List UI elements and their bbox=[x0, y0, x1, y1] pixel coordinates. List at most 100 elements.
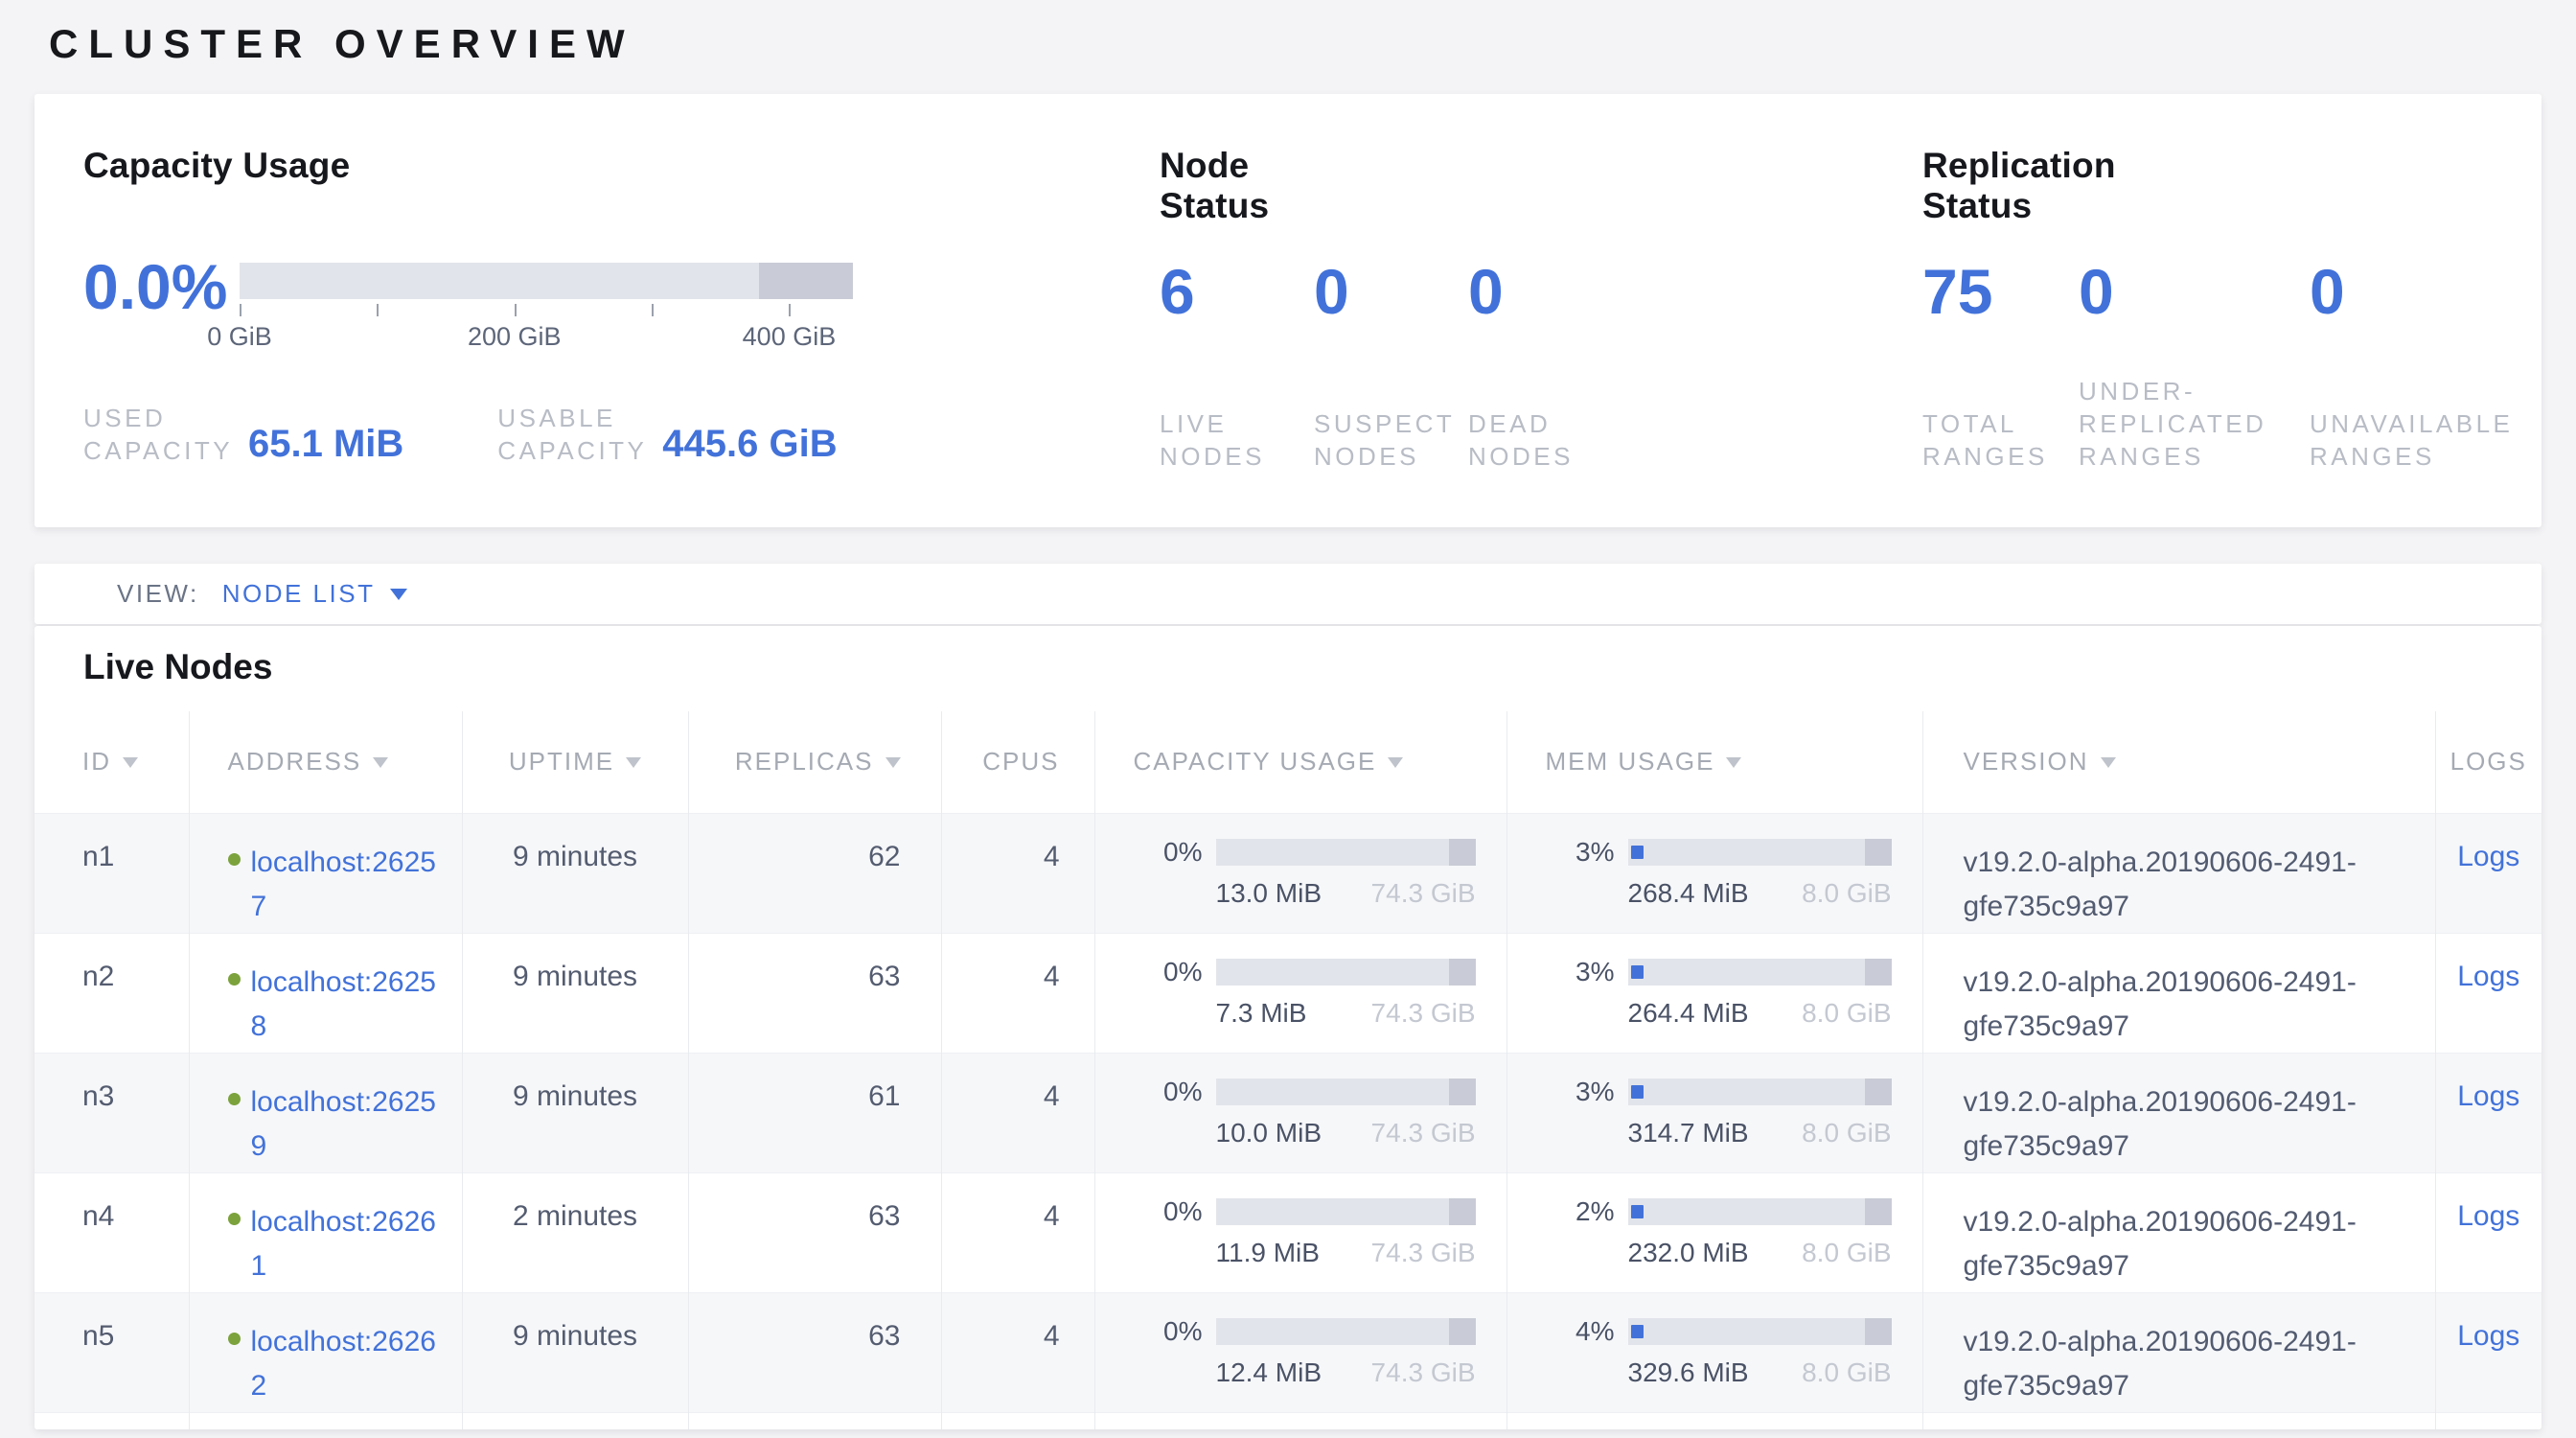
view-selector-bar: VIEW: NODE LIST bbox=[34, 564, 2542, 624]
node-live-dot-icon bbox=[228, 1333, 241, 1345]
logs-link[interactable]: Logs bbox=[2457, 1320, 2519, 1352]
node-live-dot-icon bbox=[228, 1213, 241, 1225]
node-logs-cell: Logs bbox=[2435, 1053, 2542, 1172]
capacity-total-value: 74.3 GiB bbox=[1371, 1357, 1476, 1388]
node-replicas-cell: 63 bbox=[688, 1292, 941, 1412]
mem-total-value: 8.0 GiB bbox=[1802, 998, 1891, 1029]
capacity-usage-title: Capacity Usage bbox=[83, 146, 350, 186]
view-label: VIEW: bbox=[117, 579, 199, 609]
capacity-axis-labels: 0 GiB 200 GiB 400 GiB bbox=[240, 322, 853, 351]
node-logs-cell: Logs bbox=[2435, 813, 2542, 933]
mem-bar-track bbox=[1628, 1318, 1892, 1345]
unavailable-ranges-count: 0 bbox=[2310, 260, 2559, 323]
live-nodes-title: Live Nodes bbox=[83, 647, 272, 687]
capacity-bar-track bbox=[1216, 1318, 1476, 1345]
node-cpus-cell: 4 bbox=[941, 813, 1094, 933]
usable-capacity: USABLE CAPACITY 445.6 GiB bbox=[497, 402, 837, 467]
mem-bar-track bbox=[1628, 1078, 1892, 1105]
mem-bar-track bbox=[1628, 1198, 1892, 1225]
node-capacity-usage-cell: 0% 7.3 MiB 74.3 GiB bbox=[1094, 933, 1506, 1053]
node-cpus-cell: 4 bbox=[941, 1172, 1094, 1292]
replication-status-stats: 75 TOTAL RANGES 0 UNDER- REPLICATED RANG… bbox=[1922, 260, 2559, 473]
capacity-bar-track bbox=[1216, 959, 1476, 986]
sort-caret-icon bbox=[626, 757, 641, 768]
mem-bar-fill bbox=[1631, 1085, 1644, 1099]
mem-bar-track bbox=[1628, 839, 1892, 866]
node-id-cell: n5 bbox=[34, 1292, 189, 1412]
node-replicas-cell: 62 bbox=[688, 813, 941, 933]
chevron-down-icon bbox=[390, 589, 407, 600]
column-header-logs: LOGS bbox=[2435, 711, 2542, 813]
used-capacity-label: USED CAPACITY bbox=[83, 402, 239, 467]
view-selected-option: NODE LIST bbox=[222, 579, 376, 609]
unavailable-ranges-stat: 0 UNAVAILABLE RANGES bbox=[2310, 260, 2559, 473]
suspect-nodes-label: SUSPECT NODES bbox=[1314, 407, 1455, 473]
view-selector[interactable]: NODE LIST bbox=[222, 579, 408, 609]
mem-used-value: 232.0 MiB bbox=[1628, 1238, 1749, 1268]
unavailable-ranges-label: UNAVAILABLE RANGES bbox=[2310, 407, 2513, 473]
node-address-cell: localhost:26262 bbox=[189, 1292, 462, 1412]
axis-label-400gib: 400 GiB bbox=[743, 322, 837, 352]
node-capacity-usage-cell: 0% 12.4 MiB 74.3 GiB bbox=[1094, 1292, 1506, 1412]
capacity-used-value: 13.0 MiB bbox=[1216, 878, 1322, 909]
node-address-link[interactable]: localhost:26262 bbox=[251, 1320, 439, 1408]
node-address-link[interactable]: localhost:26259 bbox=[251, 1080, 439, 1169]
partial-next-row bbox=[34, 1412, 2542, 1429]
mem-percent: 4% bbox=[1546, 1316, 1615, 1347]
used-capacity-value: 65.1 MiB bbox=[248, 425, 403, 463]
suspect-nodes-stat: 0 SUSPECT NODES bbox=[1314, 260, 1468, 473]
node-cpus-cell: 4 bbox=[941, 1053, 1094, 1172]
node-id-cell: n3 bbox=[34, 1053, 189, 1172]
node-version-cell: v19.2.0-alpha.20190606-2491-gfe735c9a97 bbox=[1922, 813, 2435, 933]
column-header-id[interactable]: ID bbox=[34, 711, 189, 813]
logs-link[interactable]: Logs bbox=[2457, 961, 2519, 992]
node-address-link[interactable]: localhost:26257 bbox=[251, 841, 439, 929]
node-uptime-cell: 9 minutes bbox=[462, 933, 688, 1053]
node-replicas-cell: 61 bbox=[688, 1053, 941, 1172]
node-logs-cell: Logs bbox=[2435, 933, 2542, 1053]
mem-used-value: 314.7 MiB bbox=[1628, 1118, 1749, 1148]
live-nodes-stat: 6 LIVE NODES bbox=[1160, 260, 1314, 473]
suspect-nodes-count: 0 bbox=[1314, 260, 1468, 323]
node-address-link[interactable]: localhost:26258 bbox=[251, 961, 439, 1049]
total-ranges-stat: 75 TOTAL RANGES bbox=[1922, 260, 2079, 473]
sort-caret-icon bbox=[1388, 757, 1403, 768]
sort-caret-icon bbox=[373, 757, 388, 768]
logs-link[interactable]: Logs bbox=[2457, 1200, 2519, 1232]
column-header-mem-usage[interactable]: MEM USAGE bbox=[1506, 711, 1922, 813]
node-address-cell: localhost:26258 bbox=[189, 933, 462, 1053]
node-cpus-cell: 4 bbox=[941, 1292, 1094, 1412]
node-version-cell: v19.2.0-alpha.20190606-2491-gfe735c9a97 bbox=[1922, 1053, 2435, 1172]
node-logs-cell: Logs bbox=[2435, 1292, 2542, 1412]
sort-caret-icon bbox=[123, 757, 138, 768]
mem-bar-fill bbox=[1631, 965, 1644, 979]
column-header-uptime[interactable]: UPTIME bbox=[462, 711, 688, 813]
mem-used-value: 264.4 MiB bbox=[1628, 998, 1749, 1029]
table-row: n5 localhost:26262 9 minutes 63 4 0% 12.… bbox=[34, 1292, 2542, 1412]
table-row: n2 localhost:26258 9 minutes 63 4 0% 7.3… bbox=[34, 933, 2542, 1053]
mem-total-value: 8.0 GiB bbox=[1802, 1357, 1891, 1388]
capacity-axis-ticks bbox=[240, 304, 853, 316]
logs-link[interactable]: Logs bbox=[2457, 1080, 2519, 1112]
capacity-total-value: 74.3 GiB bbox=[1371, 1238, 1476, 1268]
node-address-link[interactable]: localhost:26261 bbox=[251, 1200, 439, 1288]
capacity-used-value: 12.4 MiB bbox=[1216, 1357, 1322, 1388]
live-nodes-table: ID ADDRESS UPTIME REPLICAS CPUS CAPACITY… bbox=[34, 711, 2542, 1429]
live-nodes-label: LIVE NODES bbox=[1160, 407, 1265, 473]
column-header-version[interactable]: VERSION bbox=[1922, 711, 2435, 813]
mem-percent: 3% bbox=[1546, 1077, 1615, 1107]
capacity-total-value: 74.3 GiB bbox=[1371, 1118, 1476, 1148]
dead-nodes-count: 0 bbox=[1468, 260, 1698, 323]
node-mem-usage-cell: 3% 264.4 MiB 8.0 GiB bbox=[1506, 933, 1922, 1053]
capacity-usage-bar: 0 GiB 200 GiB 400 GiB bbox=[240, 263, 853, 351]
column-header-address[interactable]: ADDRESS bbox=[189, 711, 462, 813]
dead-nodes-label: DEAD NODES bbox=[1468, 407, 1574, 473]
node-address-cell: localhost:26257 bbox=[189, 813, 462, 933]
node-uptime-cell: 2 minutes bbox=[462, 1172, 688, 1292]
live-nodes-card: Live Nodes ID ADDRESS UPTIME REPLICAS CP… bbox=[34, 626, 2542, 1429]
column-header-replicas[interactable]: REPLICAS bbox=[688, 711, 941, 813]
column-header-capacity-usage[interactable]: CAPACITY USAGE bbox=[1094, 711, 1506, 813]
logs-link[interactable]: Logs bbox=[2457, 841, 2519, 872]
capacity-percent: 0% bbox=[1134, 1077, 1203, 1107]
node-id-cell: n4 bbox=[34, 1172, 189, 1292]
